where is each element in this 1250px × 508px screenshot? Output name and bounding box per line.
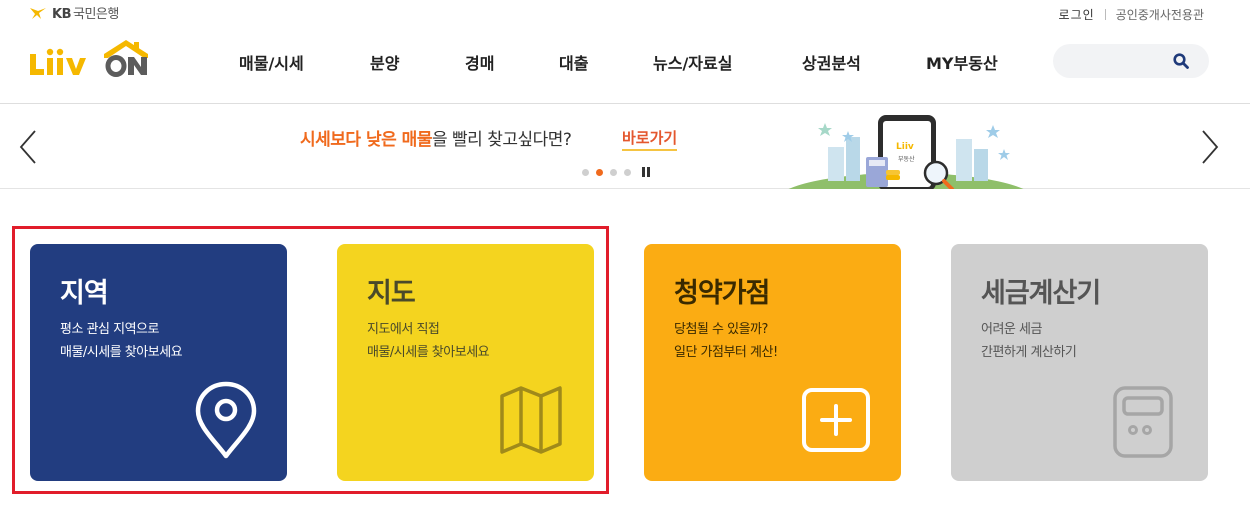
site-header: KB 국민은행 로그인 공인중개사전용관 매물/시세 분양 경매 대출 뉴스/자료… <box>0 0 1250 104</box>
search-icon[interactable] <box>1173 53 1189 69</box>
card-desc-line: 매물/시세를 찾아보세요 <box>60 345 183 360</box>
promo-banner: 시세보다 낮은 매물을 빨리 찾고싶다면? 바로가기 Liiv 부동산 <box>0 105 1250 189</box>
nav-item-my-realestate[interactable]: MY부동산 <box>926 50 998 74</box>
kb-bank-logo[interactable]: KB 국민은행 <box>28 3 119 22</box>
card-desc-line: 어려운 세금 <box>981 322 1042 337</box>
card-desc-line: 일단 가점부터 계산! <box>674 345 778 360</box>
card-description: 당첨될 수 있을까? 일단 가점부터 계산! <box>674 318 778 364</box>
card-desc-line: 간편하게 계산하기 <box>981 345 1077 360</box>
slide-dot[interactable] <box>624 168 631 176</box>
banner-normal-text: 을 빨리 찾고싶다면? <box>431 130 572 150</box>
banner-shortcut-link[interactable]: 바로가기 <box>622 127 678 151</box>
chevron-left-icon[interactable] <box>18 129 38 165</box>
card-title: 세금계산기 <box>981 278 1101 309</box>
nav-item-presale[interactable]: 분양 <box>370 50 399 74</box>
card-title: 지역 <box>60 278 109 309</box>
card-map[interactable]: 지도 지도에서 직접 매물/시세를 찾아보세요 <box>337 244 594 481</box>
slide-dot-active[interactable] <box>596 168 603 176</box>
login-link[interactable]: 로그인 <box>1059 6 1095 23</box>
card-description: 평소 관심 지역으로 매물/시세를 찾아보세요 <box>60 318 183 364</box>
card-desc-line: 매물/시세를 찾아보세요 <box>367 345 490 360</box>
calculator-icon <box>1113 386 1173 458</box>
slide-dot[interactable] <box>582 168 589 176</box>
pause-icon[interactable] <box>642 167 650 177</box>
card-desc-line: 평소 관심 지역으로 <box>60 322 159 337</box>
search-input[interactable] <box>1067 44 1177 78</box>
svg-text:Liiv: Liiv <box>896 142 914 152</box>
nav-item-listings-prices[interactable]: 매물/시세 <box>239 50 304 74</box>
banner-headline: 시세보다 낮은 매물을 빨리 찾고싶다면? <box>300 125 572 150</box>
kb-brand-text: KB <box>52 7 71 22</box>
banner-phone-city-illustration: Liiv 부동산 <box>788 115 1024 189</box>
kb-star-icon <box>30 7 46 19</box>
chevron-right-icon[interactable] <box>1200 129 1220 165</box>
kb-bank-name: 국민은행 <box>72 7 119 22</box>
illustration-label: 부동산 <box>898 155 915 163</box>
slide-dot[interactable] <box>610 168 617 176</box>
folded-map-icon <box>500 386 562 454</box>
nav-item-loan[interactable]: 대출 <box>559 50 588 74</box>
card-desc-line: 당첨될 수 있을까? <box>674 322 768 337</box>
nav-item-auction[interactable]: 경매 <box>465 50 494 74</box>
card-description: 지도에서 직접 매물/시세를 찾아보세요 <box>367 318 490 364</box>
card-region[interactable]: 지역 평소 관심 지역으로 매물/시세를 찾아보세요 <box>30 244 287 481</box>
nav-item-news-archive[interactable]: 뉴스/자료실 <box>653 50 732 74</box>
card-title: 청약가점 <box>674 278 770 309</box>
banner-highlight-text: 시세보다 낮은 매물 <box>300 130 432 150</box>
location-pin-icon <box>195 381 257 459</box>
card-description: 어려운 세금 간편하게 계산하기 <box>981 318 1077 364</box>
slide-indicator <box>582 167 650 177</box>
card-tax-calculator[interactable]: 세금계산기 어려운 세금 간편하게 계산하기 <box>951 244 1208 481</box>
card-desc-line: 지도에서 직접 <box>367 322 440 337</box>
search-box <box>1053 44 1209 78</box>
liiv-on-logo[interactable] <box>28 38 152 78</box>
card-subscription-score[interactable]: 청약가점 당첨될 수 있을까? 일단 가점부터 계산! <box>644 244 901 481</box>
card-title: 지도 <box>367 278 416 309</box>
agent-center-link[interactable]: 공인중개사전용관 <box>1116 6 1204 23</box>
plus-square-icon <box>802 388 870 452</box>
nav-item-commercial-analysis[interactable]: 상권분석 <box>802 50 861 74</box>
utility-divider <box>1104 9 1106 20</box>
top-utility-links: 로그인 공인중개사전용관 <box>1059 6 1204 23</box>
